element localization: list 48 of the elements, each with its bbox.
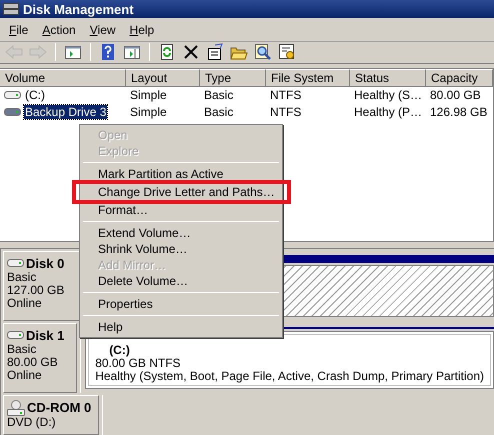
disk-type: DVD (D:) [7,416,57,429]
table-cell-text: Basic [203,88,234,102]
column-header[interactable]: Volume [0,68,126,87]
disk-status: Online [7,368,43,382]
menu-item[interactable]: View [84,21,121,40]
disk-management-icon [3,2,19,16]
disk-size: 127.00 GB [7,284,66,297]
disk-name: CD-ROM 0 [27,400,92,416]
menu-item[interactable]: Format… [80,202,282,218]
column-header[interactable]: Capacity [426,68,493,87]
menu-item[interactable]: Change Drive Letter and Paths… [80,184,282,200]
drive-name[interactable]: (C:) [24,88,46,102]
disk-name: Disk 1 [26,328,64,343]
properties-icon[interactable] [205,42,225,62]
menu-item[interactable]: Mark Partition as Active [80,166,282,182]
drive-icon [7,330,24,340]
table-cell-text: Healthy (S… [353,88,424,102]
drive-icon [7,258,24,268]
table-cell-text: Simple [129,105,168,120]
cd-drive-icon [7,400,25,416]
table-cell-text: Basic [203,105,234,120]
column-header[interactable]: File System [266,68,350,87]
menu-item[interactable]: Properties [80,296,282,312]
disk-type: Basic [7,270,38,284]
drive-icon [4,107,21,118]
menu-item[interactable]: Extend Volume… [80,225,282,241]
disk-size: 80.00 GB [7,356,59,369]
disk-name: Disk 0 [26,256,64,271]
column-header[interactable]: Type [200,68,266,87]
table-cell-text: NTFS [269,105,302,120]
column-header[interactable]: Status [350,68,426,87]
menu-item[interactable]: Shrink Volume… [80,241,282,257]
table-cell-text: Simple [129,88,168,102]
disk-type: Basic [7,342,38,356]
table-cell-text: NTFS [269,88,302,102]
drive-icon [4,90,21,100]
disk-status: Online [7,296,43,310]
menu-item[interactable]: File [4,21,34,40]
column-header[interactable]: Layout [126,68,200,87]
menu-item[interactable]: Delete Volume… [80,273,282,289]
menu-item[interactable]: Help [124,21,160,40]
drive-name[interactable]: Backup Drive 3 [24,105,108,120]
table-cell-text: Healthy (P… [353,105,424,120]
table-cell-text: 80.00 GB [429,88,482,102]
menu-item[interactable]: Action [37,21,81,40]
table-cell-text: 126.98 GB [429,105,488,120]
search-icon[interactable] [253,42,273,62]
window-title: Disk Management [23,2,134,17]
